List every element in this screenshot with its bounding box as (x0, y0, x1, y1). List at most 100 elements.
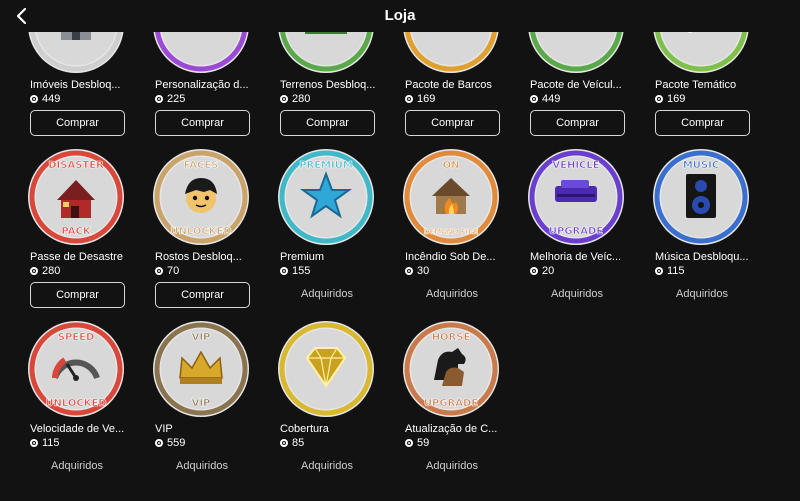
item-name: Pacote Temático (655, 79, 737, 91)
speedometer-icon: SPEED UNLOCKED (27, 320, 125, 418)
robux-icon (155, 95, 163, 103)
item-name: Terrenos Desbloq... (280, 79, 376, 91)
robux-icon (405, 439, 413, 447)
robux-icon (30, 439, 38, 447)
speaker-icon: MUSIC (652, 148, 750, 246)
item-name: Melhoria de Veíc... (530, 251, 622, 263)
price-value: 85 (292, 437, 305, 449)
star-icon: PREMIUM (277, 148, 375, 246)
page-title: Loja (384, 7, 416, 24)
robux-icon (405, 267, 413, 275)
item-name: Atualização de C... (405, 423, 498, 435)
robux-icon (30, 95, 38, 103)
price-value: 115 (42, 437, 60, 449)
badge-lettering: UPGRADE (549, 226, 603, 237)
price-value: 155 (292, 265, 311, 277)
item-price: 85 (280, 437, 304, 449)
price-value: 280 (292, 93, 311, 105)
robux-icon (530, 267, 538, 275)
robux-icon (155, 267, 163, 275)
robux-icon (530, 95, 538, 103)
price-value: 280 (42, 265, 61, 277)
face-icon: FACES UNLOCKED (152, 148, 250, 246)
price-value: 449 (42, 93, 61, 105)
badge-lettering: FACES (184, 160, 219, 171)
buy-button[interactable]: Comprar (30, 282, 125, 308)
owned-label: Adquiridos (51, 460, 103, 472)
item-name: Rostos Desbloq... (155, 251, 242, 263)
badge-lettering: UPGRADE (424, 398, 478, 409)
item-name: Personalização d... (155, 79, 249, 91)
item-price: 115 (30, 437, 60, 449)
buy-button[interactable]: Comprar (655, 110, 750, 136)
buy-button[interactable]: Comprar (155, 110, 250, 136)
item-price: 59 (405, 437, 429, 449)
item-name: Pacote de Barcos (405, 79, 492, 91)
item-name: VIP (155, 423, 173, 435)
owned-label: Adquiridos (676, 288, 728, 300)
price-value: 70 (167, 265, 180, 277)
buy-button[interactable]: Comprar (405, 110, 500, 136)
item-price: 30 (405, 265, 429, 277)
buy-button[interactable]: Comprar (155, 282, 250, 308)
shop-item[interactable]: ON DEMAND FIRE Incêndio Sob De... 30 Adquiri… (400, 148, 520, 320)
price-value: 169 (667, 93, 686, 105)
buy-button[interactable]: Comprar (530, 110, 625, 136)
robux-icon (655, 267, 663, 275)
badge-lettering: ON (443, 160, 460, 171)
top-bar: Loja (0, 0, 800, 32)
item-name: Incêndio Sob De... (405, 251, 496, 263)
shop-item[interactable]: VIP VIP VIP 559 Adquiridos (150, 320, 270, 492)
shop-item[interactable]: MUSIC Música Desbloqu... 115 Adquiridos (650, 148, 770, 320)
price-value: 559 (167, 437, 186, 449)
item-name: Pacote de Veícul... (530, 79, 622, 91)
vehicle-upgrade-icon: VEHICLE UPGRADE (527, 148, 625, 246)
robux-icon (280, 439, 288, 447)
badge-lettering: HORSE (432, 332, 471, 343)
badge-lettering: VEHICLE (552, 160, 599, 171)
item-name: Cobertura (280, 423, 329, 435)
item-price: 20 (530, 265, 554, 277)
price-value: 115 (667, 265, 685, 277)
item-name: Premium (280, 251, 325, 263)
item-price: 70 (155, 265, 179, 277)
owned-label: Adquiridos (176, 460, 228, 472)
fire-house-icon: ON DEMAND FIRE (402, 148, 500, 246)
item-price: 559 (155, 437, 185, 449)
badge-lettering: PACK (61, 226, 91, 237)
badge-lettering: SPEED (58, 332, 95, 343)
badge-lettering: DISASTER (48, 160, 104, 171)
badge-lettering: UNLOCKED (45, 398, 106, 409)
shop-item[interactable]: DISASTER PACK Passe de Desastre 280 Comprar (25, 148, 145, 320)
item-price: 280 (280, 93, 310, 105)
shop-item[interactable]: PREMIUM Premium 155 Adquiridos (275, 148, 395, 320)
badge-lettering: PREMIUM (299, 160, 353, 171)
horse-icon: HORSE UPGRADE (402, 320, 500, 418)
owned-label: Adquiridos (551, 288, 603, 300)
owned-label: Adquiridos (426, 288, 478, 300)
item-price: 169 (405, 93, 435, 105)
item-price: 225 (155, 93, 185, 105)
shop-row: DISASTER PACK Passe de Desastre 280 Comprar F… (25, 148, 785, 320)
price-value: 449 (542, 93, 561, 105)
item-price: 169 (655, 93, 685, 105)
buy-button[interactable]: Comprar (30, 110, 125, 136)
item-price: 280 (30, 265, 60, 277)
price-value: 225 (167, 93, 186, 105)
owned-label: Adquiridos (301, 288, 353, 300)
crown-icon: VIP VIP (152, 320, 250, 418)
shop-item[interactable]: SPEED UNLOCKED Velocidade de Ve... 115 Adqui… (25, 320, 145, 492)
badge-lettering: MUSIC (683, 160, 719, 171)
item-name: Velocidade de Ve... (30, 423, 125, 435)
robux-icon (655, 95, 663, 103)
shop-item[interactable]: HORSE UPGRADE Atualização de C... 59 Adquiri… (400, 320, 520, 492)
robux-icon (280, 267, 288, 275)
robux-icon (30, 267, 38, 275)
shop-item[interactable]: Cobertura 85 Adquiridos (275, 320, 395, 492)
owned-label: Adquiridos (301, 460, 353, 472)
item-price: 449 (530, 93, 560, 105)
shop-item[interactable]: VEHICLE UPGRADE Melhoria de Veíc... 20 Adqui… (525, 148, 645, 320)
buy-button[interactable]: Comprar (280, 110, 375, 136)
shop-item[interactable]: FACES UNLOCKED Rostos Desbloq... 70 Comprar (150, 148, 270, 320)
price-value: 30 (417, 265, 430, 277)
